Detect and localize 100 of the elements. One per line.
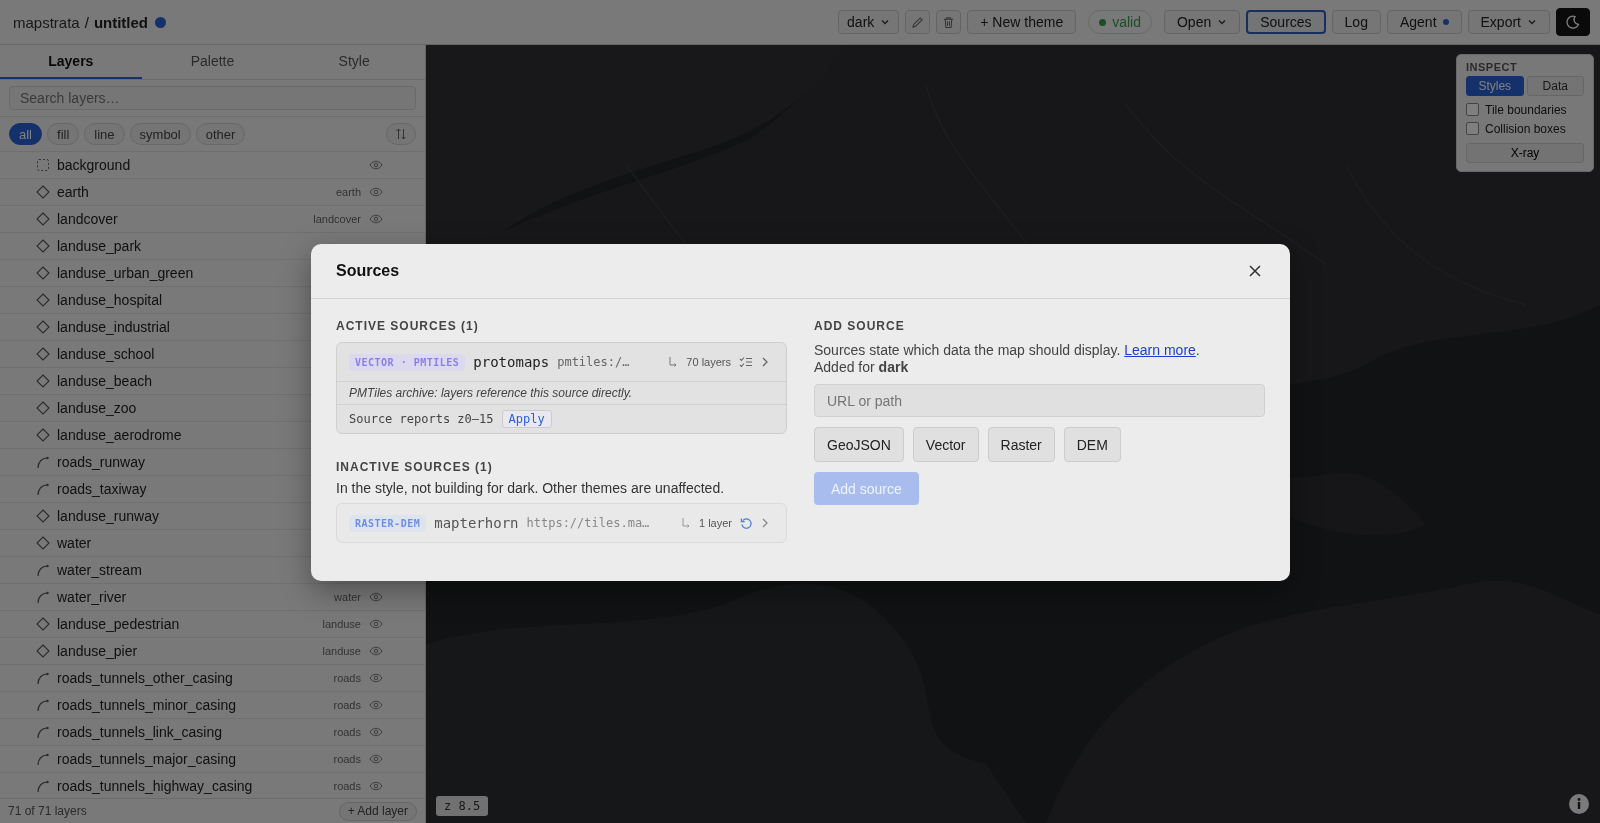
source-name: protomaps (473, 354, 550, 370)
toolbar-button[interactable]: Export (1467, 10, 1550, 34)
sidebar-tab[interactable]: Palette (141, 45, 284, 79)
curve-icon (36, 482, 50, 496)
diamond-icon (36, 644, 50, 658)
filter-chip[interactable]: fill (47, 123, 80, 145)
dark-mode-button[interactable] (1556, 8, 1590, 36)
layer-count: 1 layer (698, 517, 732, 529)
source-type-button[interactable]: GeoJSON (814, 427, 904, 462)
layer-row[interactable]: roads_tunnels_link_casing roads (0, 719, 425, 746)
eye-icon[interactable] (369, 592, 383, 602)
apply-button[interactable]: Apply (501, 410, 552, 428)
curve-icon (36, 455, 50, 469)
document-title: untitled (93, 13, 149, 31)
xray-button[interactable]: X-ray (1466, 143, 1584, 163)
layer-row[interactable]: roads_tunnels_minor_casing roads (0, 692, 425, 719)
diamond-icon (36, 293, 50, 307)
diamond-icon (36, 212, 50, 226)
curve-icon (36, 698, 50, 712)
refresh-icon[interactable] (740, 516, 753, 530)
eye-icon[interactable] (369, 619, 383, 629)
caret-icon (1527, 17, 1537, 27)
diamond-icon (36, 536, 50, 550)
eye-icon[interactable] (369, 781, 383, 791)
corner-arrow-icon (669, 357, 679, 367)
source-url: pmtiles:/… (557, 355, 630, 369)
learn-more-link[interactable]: Learn more (1124, 342, 1196, 358)
mode-tab[interactable]: Styles (1466, 76, 1524, 96)
checkbox[interactable] (1466, 103, 1479, 116)
add-layer-button[interactable]: + Add layer (338, 801, 417, 821)
source-type-button[interactable]: DEM (1063, 427, 1121, 462)
filter-chip[interactable]: all (9, 123, 42, 145)
toolbar-button[interactable]: Open (1163, 10, 1241, 34)
theme-select[interactable]: dark (838, 10, 900, 34)
sort-button[interactable] (386, 123, 416, 145)
eye-icon[interactable] (369, 727, 383, 737)
close-icon (1249, 265, 1261, 277)
rename-button[interactable] (905, 10, 931, 34)
chevron-icon[interactable] (761, 517, 769, 529)
panel-title: INSPECT (1466, 61, 1519, 73)
sort-icon (395, 128, 407, 140)
source-url: https://tiles.ma… (526, 516, 650, 530)
layer-count: 71 of 71 layers (8, 804, 87, 818)
diamond-icon (36, 509, 50, 523)
toolbar-button[interactable]: Sources (1246, 10, 1326, 34)
layer-row[interactable]: landcover landcover (0, 206, 425, 233)
delete-button[interactable] (936, 10, 962, 34)
diamond-icon (36, 617, 50, 631)
layer-row[interactable]: water_river water (0, 584, 425, 611)
status-dot (1442, 19, 1449, 25)
eye-icon[interactable] (369, 160, 383, 170)
curve-icon (36, 725, 50, 739)
sidebar-tab[interactable]: Layers (0, 45, 142, 79)
curve-icon (36, 563, 50, 577)
eye-icon[interactable] (369, 214, 383, 224)
checkbox[interactable] (1466, 122, 1479, 135)
new-theme-button[interactable]: + New theme (967, 10, 1077, 34)
toolbar-button[interactable]: Log (1331, 10, 1381, 34)
diamond-icon (36, 239, 50, 253)
layer-row[interactable]: earth earth (0, 179, 425, 206)
layer-row[interactable]: landuse_pier landuse (0, 638, 425, 665)
filter-chip[interactable]: other (195, 123, 246, 145)
corner-arrow-icon (681, 518, 691, 528)
dotted-square-icon (36, 158, 50, 172)
eye-icon[interactable] (369, 187, 383, 197)
curve-icon (36, 590, 50, 604)
source-type-button[interactable]: Raster (987, 427, 1055, 462)
source-type-button[interactable]: Vector (912, 427, 979, 462)
diamond-icon (36, 266, 50, 280)
filter-chip[interactable]: symbol (129, 123, 191, 145)
layer-row[interactable]: roads_tunnels_other_casing roads (0, 665, 425, 692)
sidebar-tab[interactable]: Style (283, 45, 425, 79)
pencil-icon (911, 15, 925, 29)
diamond-icon (36, 320, 50, 334)
eye-icon[interactable] (369, 700, 383, 710)
eye-icon[interactable] (369, 754, 383, 764)
add-source-description: Sources state which data the map should display. Learn more. Added for dark (814, 342, 1201, 376)
filter-chip[interactable]: line (84, 123, 125, 145)
url-field[interactable]: URL or path (814, 384, 1265, 417)
info-icon[interactable] (1568, 793, 1590, 815)
mode-tab[interactable]: Data (1526, 76, 1584, 96)
layer-row[interactable]: landuse_pedestrian landuse (0, 611, 425, 638)
checklist-icon[interactable] (739, 356, 753, 368)
eye-icon[interactable] (369, 673, 383, 683)
layer-row[interactable]: roads_tunnels_major_casing roads (0, 746, 425, 773)
layer-row[interactable]: background (0, 152, 425, 179)
search-field[interactable]: Search layers… (9, 86, 416, 110)
diamond-icon (36, 185, 50, 199)
diamond-icon (36, 401, 50, 415)
checkbox-label: Tile boundaries (1485, 102, 1567, 117)
source-type-tag: VECTOR · PMTILES (349, 353, 466, 371)
chevron-icon[interactable] (761, 356, 769, 368)
toolbar-button[interactable]: Agent (1386, 10, 1462, 34)
eye-icon[interactable] (369, 646, 383, 656)
diamond-icon (36, 428, 50, 442)
layer-row[interactable]: roads_tunnels_highway_casing roads (0, 773, 425, 798)
dialog-title: Sources (336, 262, 400, 280)
source-name: mapterhorn (434, 515, 519, 531)
curve-icon (36, 779, 50, 793)
diamond-icon (36, 374, 50, 388)
